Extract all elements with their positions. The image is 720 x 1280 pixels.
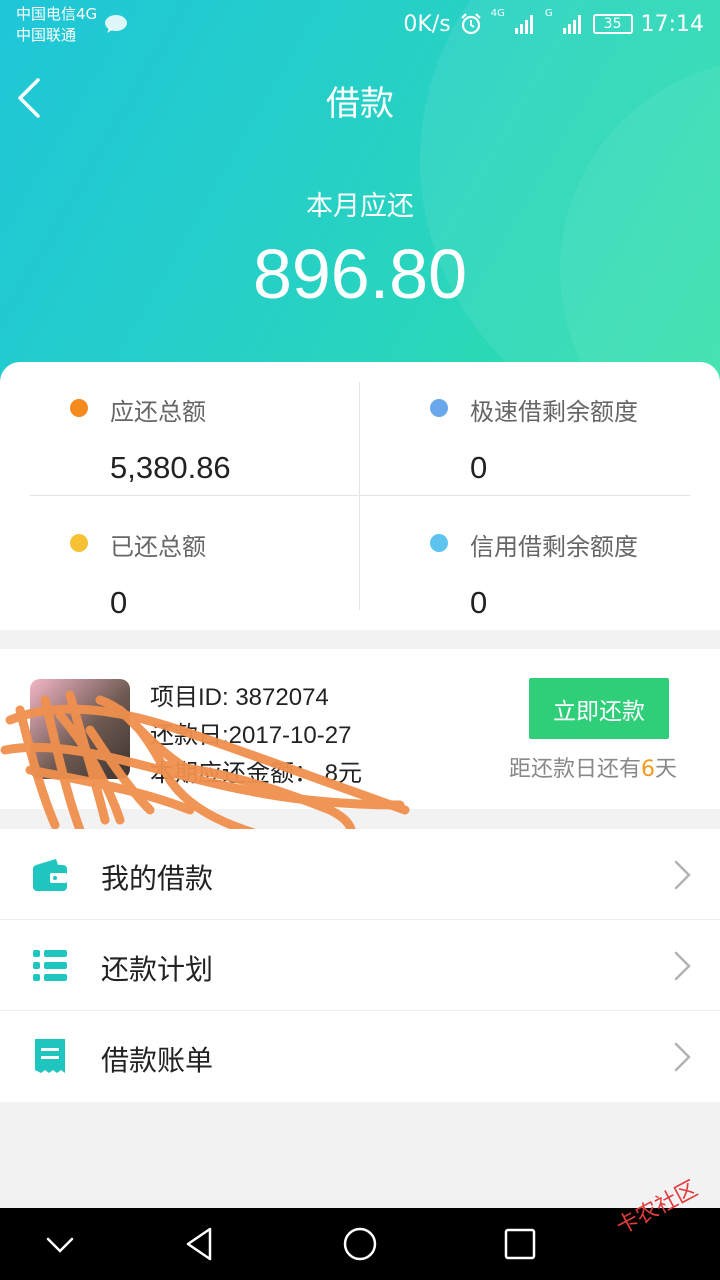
blue-dot-icon: [430, 399, 448, 417]
page-title: 借款: [326, 84, 394, 124]
repay-now-button[interactable]: 立即还款: [529, 678, 669, 739]
chat-bubble-icon: [105, 15, 127, 33]
stat-value: 0: [470, 585, 488, 620]
battery-icon: 35: [592, 14, 633, 34]
menu-item-repay-plan[interactable]: 还款计划: [0, 920, 720, 1011]
status-bar: 中国电信4G 中国联通 0K/s 4G G 35 17:14: [0, 0, 720, 48]
countdown-suffix: 天: [655, 757, 678, 782]
home-circle-icon[interactable]: [340, 1224, 380, 1264]
menu-label: 还款计划: [101, 953, 214, 986]
recents-square-icon[interactable]: [500, 1224, 540, 1264]
monthly-due-label: 本月应还: [306, 191, 414, 222]
due-date: 还款日:2017-10-27: [150, 722, 352, 749]
yellow-dot-icon: [70, 534, 88, 552]
menu-item-my-loans[interactable]: 我的借款: [0, 829, 720, 920]
menu-item-loan-bill[interactable]: 借款账单: [0, 1011, 720, 1102]
carrier-2: 中国联通: [16, 26, 77, 44]
network-type-1: 4G: [490, 8, 505, 19]
wallet-icon: [33, 859, 67, 891]
stat-value: 0: [470, 450, 488, 485]
countdown-days: 6: [641, 757, 656, 782]
light-blue-dot-icon: [430, 534, 448, 552]
menu-list: 我的借款 还款计划 借款账单: [0, 829, 720, 1102]
countdown-prefix: 距还款日还有: [509, 757, 642, 782]
chevron-right-icon: [674, 1042, 691, 1072]
receipt-icon: [35, 1039, 65, 1073]
stat-value: 0: [110, 585, 128, 620]
alarm-icon: [460, 13, 481, 35]
menu-label: 借款账单: [101, 1044, 214, 1077]
carrier-1: 中国电信4G: [16, 5, 98, 23]
stat-label: 信用借剩余额度: [470, 533, 638, 561]
divider: [359, 382, 360, 610]
stat-label: 应还总额: [110, 398, 206, 426]
loan-card[interactable]: 项目ID: 3872074 还款日:2017-10-27 本期应还金额： 8元 …: [0, 649, 720, 809]
chevron-right-icon: [674, 860, 691, 890]
clock: 17:14: [640, 11, 704, 37]
battery-level: 35: [603, 16, 622, 32]
carrier-info: 中国电信4G 中国联通: [16, 4, 97, 46]
network-type-2: G: [544, 8, 553, 19]
signal-icon: [562, 15, 581, 34]
summary-card: 应还总额 5,380.86 极速借剩余额度 0 已还总额 0 信用借剩余额度 0: [0, 362, 720, 630]
network-speed: 0K/s: [403, 11, 451, 37]
list-icon: [33, 950, 67, 981]
project-id: 项目ID: 3872074: [150, 684, 329, 711]
menu-label: 我的借款: [101, 862, 214, 895]
loan-thumbnail: [30, 679, 130, 779]
monthly-due-amount: 896.80: [252, 235, 468, 313]
divider: [30, 495, 690, 496]
back-triangle-icon[interactable]: [180, 1224, 220, 1264]
chevron-down-icon[interactable]: [40, 1224, 80, 1264]
stat-label: 极速借剩余额度: [470, 398, 638, 426]
stat-value: 5,380.86: [110, 450, 231, 485]
stat-label: 已还总额: [110, 533, 206, 561]
period-amount: 本期应还金额： 8元: [150, 760, 363, 787]
orange-dot-icon: [70, 399, 88, 417]
chevron-right-icon: [674, 951, 691, 981]
repay-countdown: 距还款日还有6天: [509, 751, 677, 783]
signal-icon: [514, 15, 533, 34]
